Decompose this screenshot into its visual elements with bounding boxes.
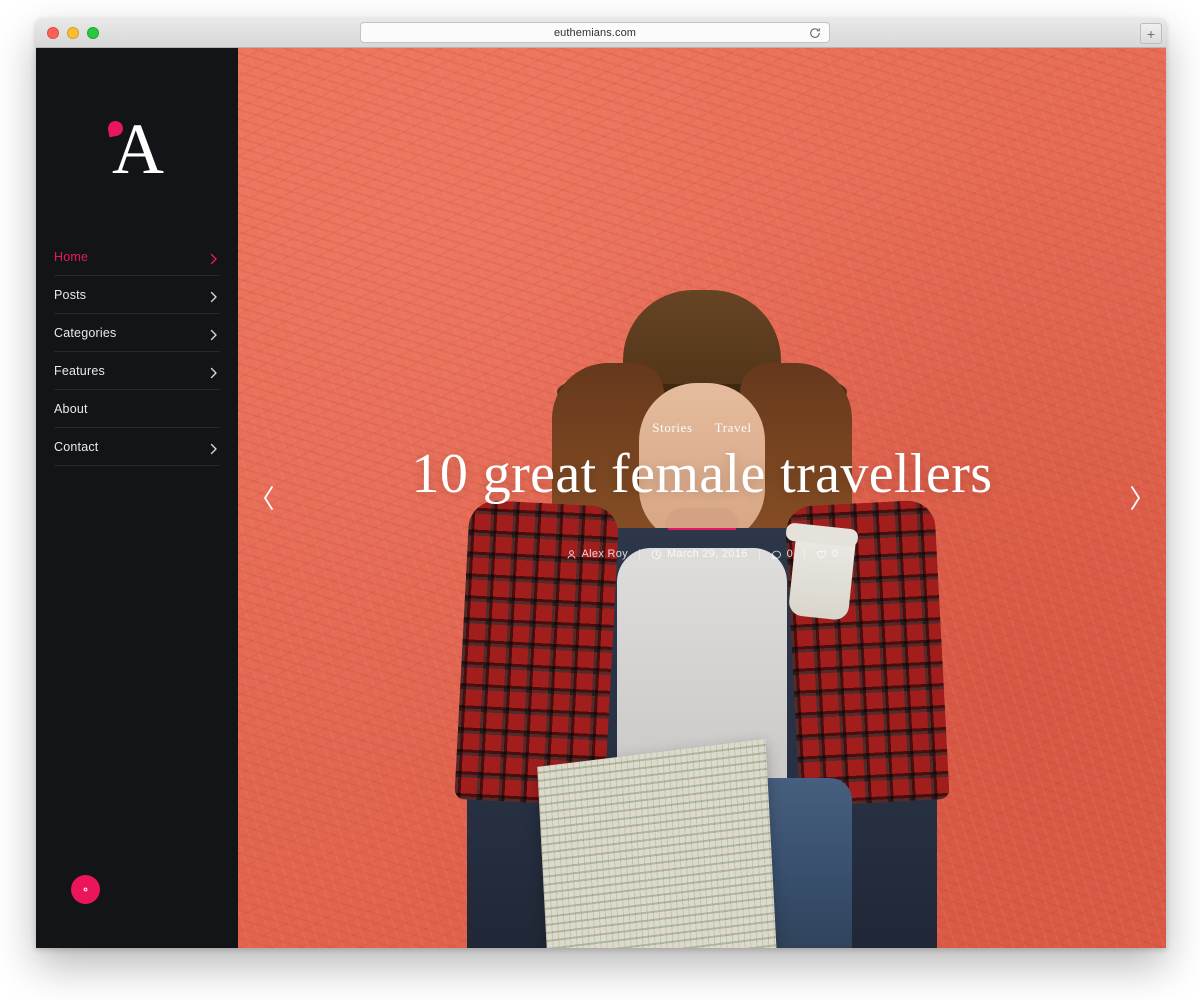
browser-titlebar: euthemians.com + — [36, 18, 1166, 48]
hero-divider — [668, 528, 736, 531]
hero-categories: Stories Travel — [238, 420, 1166, 436]
sidebar-item-posts[interactable]: Posts — [54, 276, 220, 314]
chevron-right-icon — [210, 253, 218, 264]
sidebar-nav: Home Posts Categories Features About Con… — [36, 238, 238, 466]
comment-icon — [771, 549, 782, 560]
sidebar-item-label: Categories — [54, 325, 117, 340]
sidebar: A Home Posts Categories Features About C… — [36, 48, 238, 948]
meta-date: March 29, 2016 — [640, 548, 759, 560]
settings-button[interactable] — [71, 875, 100, 904]
hero-category-stories[interactable]: Stories — [652, 420, 692, 436]
meta-author-label: Alex Roy — [581, 548, 628, 561]
meta-date-label: March 29, 2016 — [666, 548, 748, 561]
gear-icon — [79, 883, 92, 896]
window-controls — [47, 27, 99, 39]
slider-next-button[interactable] — [1118, 475, 1152, 521]
chevron-left-icon — [261, 484, 277, 512]
clock-icon — [651, 549, 662, 560]
chevron-right-icon — [210, 329, 218, 340]
user-icon — [566, 549, 577, 560]
new-tab-button[interactable]: + — [1140, 23, 1162, 44]
chevron-right-icon — [210, 291, 218, 302]
reload-icon[interactable] — [809, 27, 821, 39]
sidebar-item-label: Contact — [54, 439, 99, 454]
sidebar-item-label: About — [54, 401, 88, 416]
meta-likes-count: 0 — [832, 548, 839, 561]
sidebar-item-categories[interactable]: Categories — [54, 314, 220, 352]
address-bar[interactable]: euthemians.com — [360, 22, 830, 43]
sidebar-item-home[interactable]: Home — [54, 238, 220, 276]
meta-author[interactable]: Alex Roy — [555, 548, 639, 560]
logo-comma-icon — [106, 119, 125, 138]
hero-meta: Alex Roy March 29, 2016 0 0 — [238, 548, 1166, 560]
chevron-right-icon — [210, 367, 218, 378]
maximize-window-button[interactable] — [87, 27, 99, 39]
hero-title[interactable]: 10 great female travellers — [238, 444, 1166, 504]
logo-letter: A — [106, 113, 164, 185]
url-text: euthemians.com — [553, 26, 637, 39]
close-window-button[interactable] — [47, 27, 59, 39]
sidebar-item-label: Posts — [54, 287, 87, 302]
sidebar-item-contact[interactable]: Contact — [54, 428, 220, 466]
hero-content: Stories Travel 10 great female traveller… — [238, 420, 1166, 560]
meta-comments-count: 0 — [786, 548, 794, 561]
sidebar-item-label: Features — [54, 363, 105, 378]
chevron-right-icon — [210, 443, 218, 454]
browser-window: euthemians.com + A Home Posts Categories… — [36, 18, 1166, 948]
hero-category-travel[interactable]: Travel — [715, 420, 752, 436]
heart-icon — [816, 549, 827, 560]
chevron-right-icon — [1127, 484, 1143, 512]
page-viewport: A Home Posts Categories Features About C… — [36, 48, 1166, 948]
site-logo[interactable]: A — [36, 104, 238, 194]
slider-prev-button[interactable] — [252, 475, 286, 521]
meta-likes[interactable]: 0 — [805, 548, 849, 560]
sidebar-item-features[interactable]: Features — [54, 352, 220, 390]
sidebar-item-about[interactable]: About — [54, 390, 220, 428]
minimize-window-button[interactable] — [67, 27, 79, 39]
hero-slider: Stories Travel 10 great female traveller… — [238, 48, 1166, 948]
sidebar-item-label: Home — [54, 249, 89, 264]
meta-comments[interactable]: 0 — [760, 548, 804, 560]
